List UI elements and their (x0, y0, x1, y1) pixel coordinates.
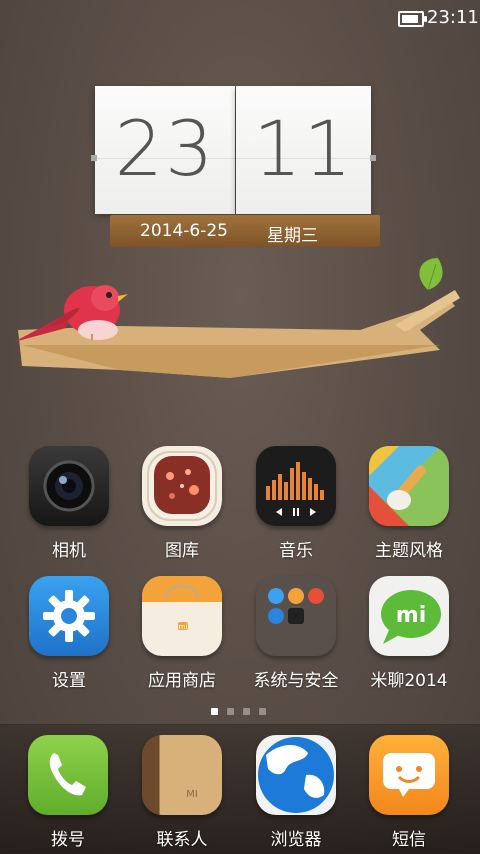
clock-widget[interactable]: 23 11 2014-6-25 星期三 (0, 80, 480, 378)
app-miliao[interactable]: mi 米聊2014 (349, 576, 469, 691)
page-dot[interactable] (259, 708, 266, 715)
dock-messages[interactable]: 短信 (349, 735, 469, 850)
app-music[interactable]: 音乐 (236, 446, 356, 561)
folder-system-security[interactable]: 系统与安全 (236, 576, 356, 691)
app-label: 米聊2014 (370, 671, 448, 691)
svg-text:mi: mi (396, 603, 426, 628)
dock-dialer[interactable]: 拨号 (8, 735, 128, 850)
app-label: 图库 (165, 541, 199, 561)
dock-browser[interactable]: 浏览器 (236, 735, 356, 850)
message-icon (369, 735, 449, 815)
clock-pin-left (91, 155, 97, 161)
contacts-book-icon: MI (142, 735, 222, 815)
phone-icon (28, 735, 108, 815)
clock-pin-right (370, 155, 376, 161)
weekday-label: 星期三 (267, 226, 318, 246)
dock-contacts[interactable]: MI 联系人 (122, 735, 242, 850)
app-themes[interactable]: 主题风格 (349, 446, 469, 561)
mi-chat-icon: mi (369, 576, 449, 656)
status-time: 23:11 (427, 7, 479, 28)
app-label: 音乐 (279, 541, 313, 561)
dock: 拨号 MI 联系人 浏览器 短信 (0, 724, 480, 854)
app-label: 浏览器 (270, 830, 322, 850)
app-label: 拨号 (51, 830, 85, 850)
page-indicator[interactable] (211, 700, 275, 719)
app-label: 系统与安全 (253, 671, 339, 691)
gear-icon (29, 576, 109, 656)
app-label: 联系人 (156, 830, 208, 850)
clock-minute-card: 11 (236, 86, 371, 214)
page-dot[interactable] (211, 708, 218, 715)
page-dot[interactable] (227, 708, 234, 715)
app-label: 相机 (52, 541, 86, 561)
globe-icon (256, 735, 336, 815)
svg-text:mi: mi (179, 623, 188, 631)
gallery-icon (142, 446, 222, 526)
music-icon (256, 446, 336, 526)
folder-icon (256, 576, 336, 656)
app-label: 主题风格 (375, 541, 443, 561)
app-gallery[interactable]: 图库 (122, 446, 242, 561)
page-dot[interactable] (243, 708, 250, 715)
clock-minute: 11 (253, 104, 354, 193)
clock-hour-card: 23 (95, 86, 235, 214)
app-label: 设置 (52, 671, 86, 691)
app-label: 短信 (392, 830, 426, 850)
app-settings[interactable]: 设置 (9, 576, 129, 691)
app-camera[interactable]: 相机 (9, 446, 129, 561)
date-label: 2014-6-25 (140, 221, 228, 241)
battery-icon (398, 11, 427, 27)
shopping-bag-icon: mi (142, 576, 222, 656)
svg-text:MI: MI (186, 789, 198, 800)
camera-icon (29, 446, 109, 526)
theme-brush-icon (369, 446, 449, 526)
app-store[interactable]: mi 应用商店 (122, 576, 242, 691)
status-bar: 23:11 (0, 0, 480, 34)
clock-hour: 23 (114, 104, 216, 193)
app-label: 应用商店 (148, 671, 216, 691)
